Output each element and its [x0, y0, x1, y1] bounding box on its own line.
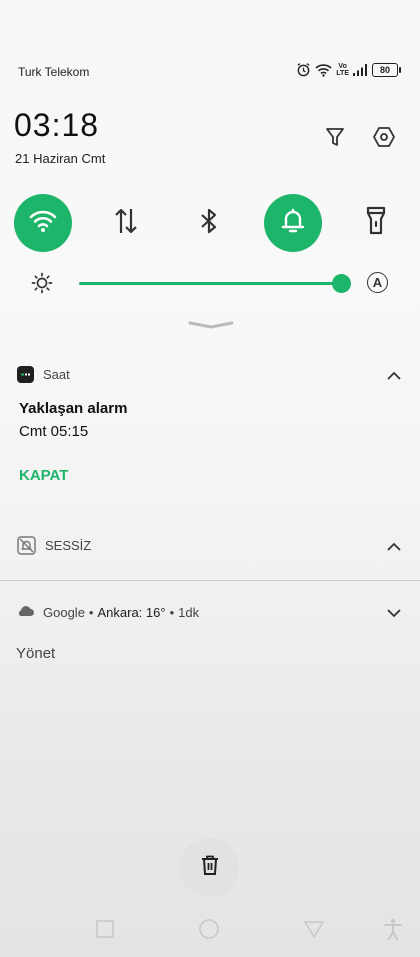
brightness-icon [31, 272, 53, 299]
recents-icon[interactable] [94, 918, 116, 940]
toggle-sound[interactable] [264, 194, 322, 252]
clock-time: 03:18 [14, 107, 100, 143]
volte-bottom-label: LTE [336, 69, 349, 77]
clock-notif-text: Cmt 05:15 [19, 423, 89, 440]
chevron-up-icon[interactable] [386, 539, 402, 555]
carrier-name: Turk Telekom [18, 65, 90, 79]
signal-icon [353, 63, 368, 76]
clock-date: 21 Haziran Cmt [15, 151, 106, 166]
status-icons: Vo LTE 80 [296, 62, 401, 77]
section-divider [0, 580, 420, 581]
bluetooth-icon [197, 206, 221, 241]
toggle-mobile-data[interactable] [97, 194, 155, 252]
flashlight-icon [364, 205, 388, 242]
volte-top-label: Vo [338, 62, 347, 70]
clock-notif-title: Yaklaşan alarm [19, 400, 128, 417]
back-icon[interactable] [303, 918, 325, 940]
google-notification-header[interactable]: Google • Ankara: 16° • 1dk [43, 605, 199, 620]
separator-dot: • [169, 605, 175, 620]
clear-all-button[interactable] [180, 838, 239, 897]
toggle-wifi[interactable] [14, 194, 72, 252]
dismiss-alarm-button[interactable]: KAPAT [19, 467, 68, 484]
clock-app-icon [17, 366, 34, 383]
home-icon[interactable] [198, 918, 220, 940]
manage-notifications-link[interactable]: Yönet [16, 645, 55, 662]
auto-brightness-icon[interactable]: A [367, 272, 388, 293]
filter-icon[interactable] [322, 124, 348, 150]
toggle-flashlight[interactable] [347, 194, 405, 252]
wifi-icon [29, 209, 57, 238]
chevron-down-icon[interactable] [386, 605, 402, 621]
accessibility-icon[interactable] [382, 918, 404, 940]
silent-notification-icon [17, 536, 36, 560]
clock-notif-app-name: Saat [43, 367, 70, 382]
wifi-icon [315, 63, 332, 77]
brightness-thumb[interactable] [331, 274, 351, 293]
auto-brightness-label: A [372, 275, 383, 290]
silent-section-label: SESSİZ [45, 538, 92, 553]
battery-level: 80 [379, 64, 390, 75]
bell-icon [280, 207, 306, 240]
battery-icon: 80 [372, 62, 401, 77]
expand-handle-icon[interactable] [188, 316, 234, 334]
notification-age: 1dk [178, 605, 200, 620]
brightness-slider[interactable] [79, 282, 341, 285]
google-app-name: Google [43, 605, 85, 620]
toggle-bluetooth[interactable] [180, 194, 238, 252]
volte-icon: Vo LTE [336, 63, 349, 77]
separator-dot: • [88, 605, 94, 620]
data-arrows-icon [112, 206, 140, 241]
weather-detail: Ankara: 16° [97, 605, 166, 620]
chevron-up-icon[interactable] [386, 368, 402, 384]
trash-icon [199, 854, 221, 881]
settings-icon[interactable] [371, 124, 397, 150]
alarm-icon [296, 62, 311, 77]
cloud-icon [17, 604, 35, 623]
